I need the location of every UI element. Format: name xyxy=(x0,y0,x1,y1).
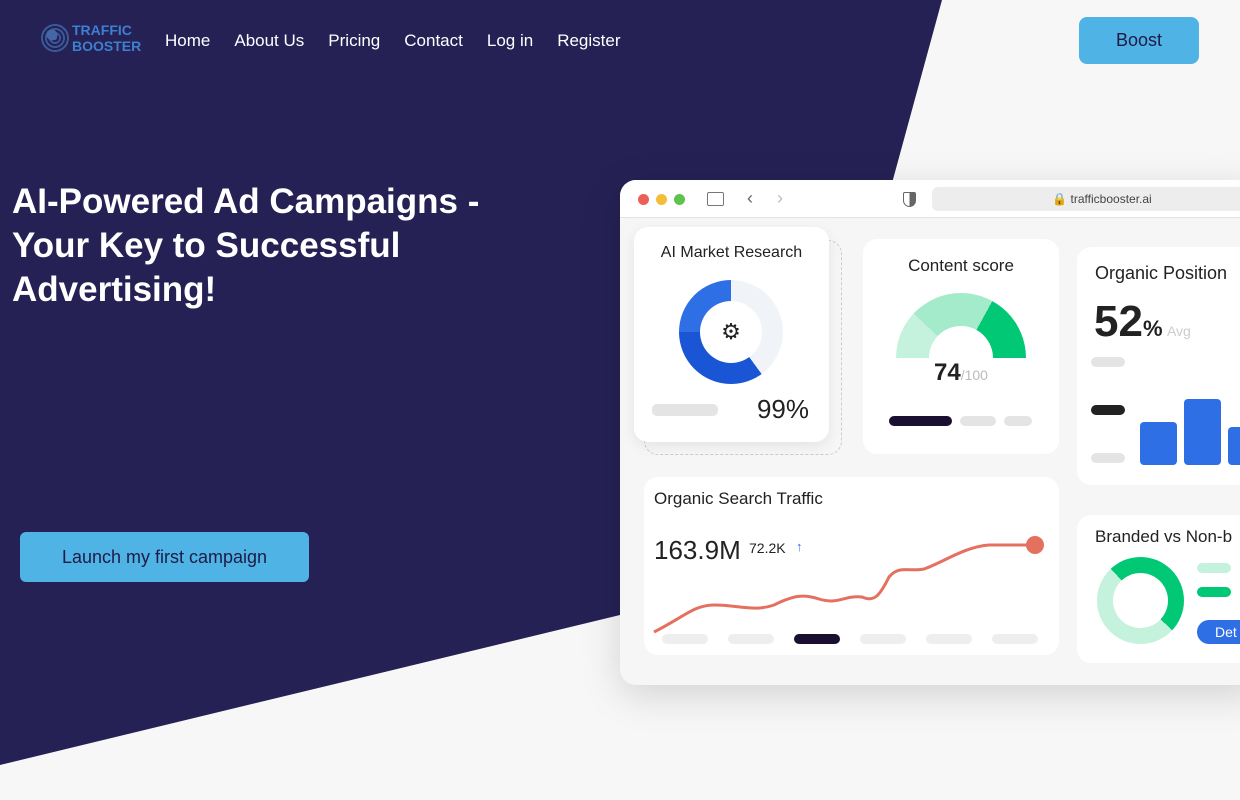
maximize-dot-icon xyxy=(674,194,685,205)
branded-donut xyxy=(1097,557,1184,644)
bar xyxy=(1140,422,1177,465)
branded-card: Branded vs Non-b Det xyxy=(1077,515,1240,663)
main-nav: Home About Us Pricing Contact Log in Reg… xyxy=(165,31,621,51)
organic-position-card: Organic Position 52% Avg xyxy=(1077,247,1240,485)
donut-chart: ⚙ xyxy=(679,280,783,384)
nav-home[interactable]: Home xyxy=(165,31,210,51)
traffic-line-chart xyxy=(653,536,1044,634)
position-unit: % xyxy=(1142,316,1163,341)
content-score-value: 74 xyxy=(934,359,961,386)
shield-icon xyxy=(903,192,916,207)
gauge-chart xyxy=(896,293,1026,358)
dashboard-preview: ‹ › 🔒 trafficbooster.ai AI Market Resear… xyxy=(620,180,1240,685)
card-title: AI Market Research xyxy=(660,244,803,261)
forward-icon: › xyxy=(777,188,783,208)
launch-campaign-button[interactable]: Launch my first campaign xyxy=(20,532,309,582)
position-value: 52 xyxy=(1094,297,1143,346)
close-dot-icon xyxy=(638,194,649,205)
organic-traffic-card: Organic Search Traffic 163.9M 72.2K ↑ xyxy=(644,477,1059,655)
nav-contact[interactable]: Contact xyxy=(404,31,463,51)
hero-title: AI-Powered Ad Campaigns - Your Key to Su… xyxy=(12,182,480,309)
minimize-dot-icon xyxy=(656,194,667,205)
bar xyxy=(1228,427,1240,465)
sidebar-icon xyxy=(707,192,724,206)
globe-icon xyxy=(40,23,70,53)
logo-line2: BOOSTER xyxy=(72,38,142,54)
content-score-max: /100 xyxy=(960,367,988,383)
url-text: trafficbooster.ai xyxy=(1070,192,1152,206)
logo[interactable]: TRAFFIC BOOSTER xyxy=(40,22,141,54)
details-button: Det xyxy=(1197,620,1240,644)
market-research-card: AI Market Research ⚙ 99% xyxy=(634,227,829,442)
url-bar: 🔒 trafficbooster.ai xyxy=(932,187,1240,211)
card-title: Organic Position xyxy=(1095,263,1228,283)
nav-pricing[interactable]: Pricing xyxy=(328,31,380,51)
nav-login[interactable]: Log in xyxy=(487,31,533,51)
position-note: Avg xyxy=(1166,323,1191,339)
browser-bar: ‹ › 🔒 trafficbooster.ai xyxy=(620,180,1240,218)
logo-line1: TRAFFIC xyxy=(72,22,132,38)
market-value: 99% xyxy=(756,394,809,424)
bar xyxy=(1184,399,1221,465)
card-title: Content score xyxy=(908,256,1014,275)
card-title: Branded vs Non-b xyxy=(1095,527,1233,546)
boost-button[interactable]: Boost xyxy=(1079,17,1199,64)
brain-chip-icon: ⚙ xyxy=(700,301,762,363)
nav-register[interactable]: Register xyxy=(557,31,620,51)
content-score-card: Content score 74/100 xyxy=(863,239,1059,454)
back-icon: ‹ xyxy=(747,188,753,208)
nav-about[interactable]: About Us xyxy=(234,31,304,51)
